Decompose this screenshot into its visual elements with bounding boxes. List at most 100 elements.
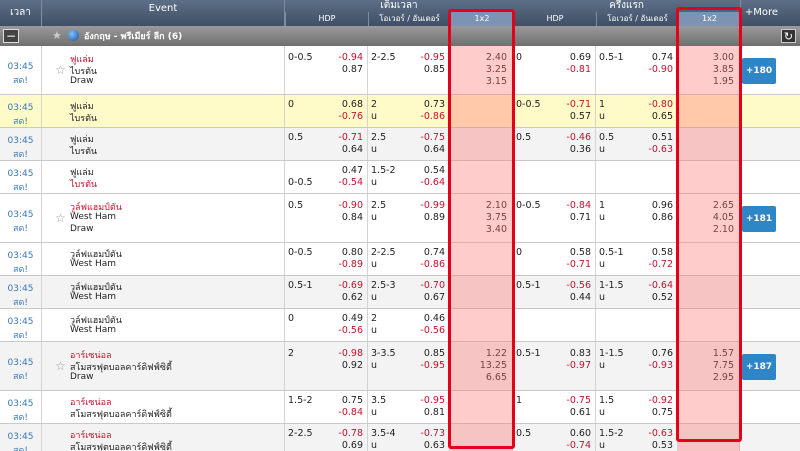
star-icon[interactable]: ★ — [52, 29, 62, 42]
hdp-home-odds[interactable]: 0.49 — [342, 313, 363, 324]
hdp-away-odds[interactable]: -0.54 — [338, 177, 363, 188]
hdp-away-odds[interactable]: -0.97 — [566, 360, 591, 371]
ou-under-odds[interactable]: -0.56 — [420, 325, 445, 336]
ou-under-odds[interactable]: 0.81 — [424, 407, 445, 418]
ou-over-odds[interactable]: 0.76 — [652, 348, 673, 359]
ou-over-odds[interactable]: 0.73 — [424, 99, 445, 110]
ou-over-odds[interactable]: 0.96 — [652, 200, 673, 211]
ou-under-odds[interactable]: 0.85 — [424, 64, 445, 75]
hdp-away-odds[interactable]: 0.57 — [570, 111, 591, 122]
hdp-home-odds[interactable]: 0.83 — [570, 348, 591, 359]
hdp-home-odds[interactable]: -0.46 — [566, 132, 591, 143]
ou-under-odds[interactable]: 0.65 — [652, 111, 673, 122]
hdp-home-odds[interactable]: 0.47 — [342, 165, 363, 176]
live-label[interactable]: สด! — [0, 115, 41, 129]
hdp-home-odds[interactable]: 0.60 — [570, 428, 591, 439]
ou-over-odds[interactable]: 0.85 — [424, 348, 445, 359]
live-label[interactable]: สด! — [0, 148, 41, 162]
ou-over-odds[interactable]: 0.74 — [652, 52, 673, 63]
ou-under-odds[interactable]: -0.93 — [648, 360, 673, 371]
ou-over-odds[interactable]: -0.92 — [648, 395, 673, 406]
ou-over-odds[interactable]: 0.74 — [424, 247, 445, 258]
hdp-away-odds[interactable]: -0.74 — [566, 440, 591, 451]
hdp-away-odds[interactable]: -0.84 — [338, 407, 363, 418]
hdp-home-odds[interactable]: -0.94 — [338, 52, 363, 63]
live-label[interactable]: สด! — [0, 263, 41, 277]
ou-over-odds[interactable]: -0.75 — [420, 132, 445, 143]
hdp-away-odds[interactable]: 0.64 — [342, 144, 363, 155]
ou-over-odds[interactable]: -0.73 — [420, 428, 445, 439]
hdp-away-odds[interactable]: -0.56 — [338, 325, 363, 336]
ou-over-odds[interactable]: 0.46 — [424, 313, 445, 324]
hdp-away-odds[interactable]: -0.76 — [338, 111, 363, 122]
ou-over-odds[interactable]: -0.95 — [420, 395, 445, 406]
ou-under-odds[interactable]: -0.95 — [420, 360, 445, 371]
live-label[interactable]: สด! — [0, 444, 41, 451]
more-markets-button[interactable]: +180 — [742, 57, 776, 84]
refresh-icon[interactable]: ↻ — [781, 29, 796, 43]
hdp-away-odds[interactable]: 0.92 — [342, 360, 363, 371]
ou-under-odds[interactable]: 0.64 — [424, 144, 445, 155]
ou-under-odds[interactable]: 0.67 — [424, 292, 445, 303]
ou-under-odds[interactable]: 0.52 — [652, 292, 673, 303]
ou-under-odds[interactable]: -0.86 — [420, 259, 445, 270]
ou-over-odds[interactable]: 0.54 — [424, 165, 445, 176]
hdp-home-odds[interactable]: -0.56 — [566, 280, 591, 291]
hdp-home-odds[interactable]: -0.69 — [338, 280, 363, 291]
header-more[interactable]: +More — [740, 0, 782, 26]
live-label[interactable]: สด! — [0, 222, 41, 236]
ou-over-odds[interactable]: 0.58 — [652, 247, 673, 258]
ou-under-odds[interactable]: 0.75 — [652, 407, 673, 418]
hdp-away-odds[interactable]: 0.84 — [342, 212, 363, 223]
star-icon[interactable]: ☆ — [55, 63, 66, 77]
live-label[interactable]: สด! — [0, 329, 41, 343]
star-icon[interactable]: ☆ — [55, 359, 66, 373]
star-icon[interactable]: ☆ — [55, 211, 66, 225]
ou-under-odds[interactable]: 0.89 — [424, 212, 445, 223]
hdp-home-odds[interactable]: -0.71 — [338, 132, 363, 143]
hdp-home-odds[interactable]: -0.90 — [338, 200, 363, 211]
ou-under-odds[interactable]: -0.72 — [648, 259, 673, 270]
ou-under-odds[interactable]: 0.53 — [652, 440, 673, 451]
live-label[interactable]: สด! — [0, 370, 41, 384]
hdp-away-odds[interactable]: 0.69 — [342, 440, 363, 451]
ou-under-odds[interactable]: -0.90 — [648, 64, 673, 75]
hdp-home-odds[interactable]: 0.68 — [342, 99, 363, 110]
ou-over-odds[interactable]: -0.70 — [420, 280, 445, 291]
ou-under-odds[interactable]: 0.63 — [424, 440, 445, 451]
more-markets-button[interactable]: +187 — [742, 353, 776, 380]
ou-over-odds[interactable]: -0.64 — [648, 280, 673, 291]
hdp-home-odds[interactable]: -0.78 — [338, 428, 363, 439]
hdp-away-odds[interactable]: -0.89 — [338, 259, 363, 270]
ou-over-odds[interactable]: -0.99 — [420, 200, 445, 211]
ou-over-odds[interactable]: -0.63 — [648, 428, 673, 439]
hdp-home-odds[interactable]: -0.71 — [566, 99, 591, 110]
hdp-away-odds[interactable]: -0.81 — [566, 64, 591, 75]
live-label[interactable]: สด! — [0, 296, 41, 310]
more-markets-button[interactable]: +181 — [742, 205, 776, 232]
live-label[interactable]: สด! — [0, 74, 41, 88]
live-label[interactable]: สด! — [0, 181, 41, 195]
hdp-away-odds[interactable]: 0.62 — [342, 292, 363, 303]
hdp-home-odds[interactable]: 0.75 — [342, 395, 363, 406]
ou-under-odds[interactable]: -0.86 — [420, 111, 445, 122]
hdp-home-odds[interactable]: -0.75 — [566, 395, 591, 406]
ou-over-odds[interactable]: -0.80 — [648, 99, 673, 110]
hdp-away-odds[interactable]: 0.44 — [570, 292, 591, 303]
hdp-home-odds[interactable]: 0.80 — [342, 247, 363, 258]
hdp-away-odds[interactable]: 0.87 — [342, 64, 363, 75]
hdp-away-odds[interactable]: 0.61 — [570, 407, 591, 418]
ou-under-odds[interactable]: -0.63 — [648, 144, 673, 155]
hdp-away-odds[interactable]: -0.71 — [566, 259, 591, 270]
collapse-icon[interactable]: − — [3, 29, 19, 43]
hdp-home-odds[interactable]: -0.84 — [566, 200, 591, 211]
live-label[interactable]: สด! — [0, 411, 41, 425]
ou-under-odds[interactable]: 0.86 — [652, 212, 673, 223]
hdp-away-odds[interactable]: 0.36 — [570, 144, 591, 155]
hdp-home-odds[interactable]: 0.69 — [570, 52, 591, 63]
ou-over-odds[interactable]: 0.51 — [652, 132, 673, 143]
hdp-home-odds[interactable]: 0.58 — [570, 247, 591, 258]
ou-over-odds[interactable]: -0.95 — [420, 52, 445, 63]
hdp-home-odds[interactable]: -0.98 — [338, 348, 363, 359]
ou-under-odds[interactable]: -0.64 — [420, 177, 445, 188]
